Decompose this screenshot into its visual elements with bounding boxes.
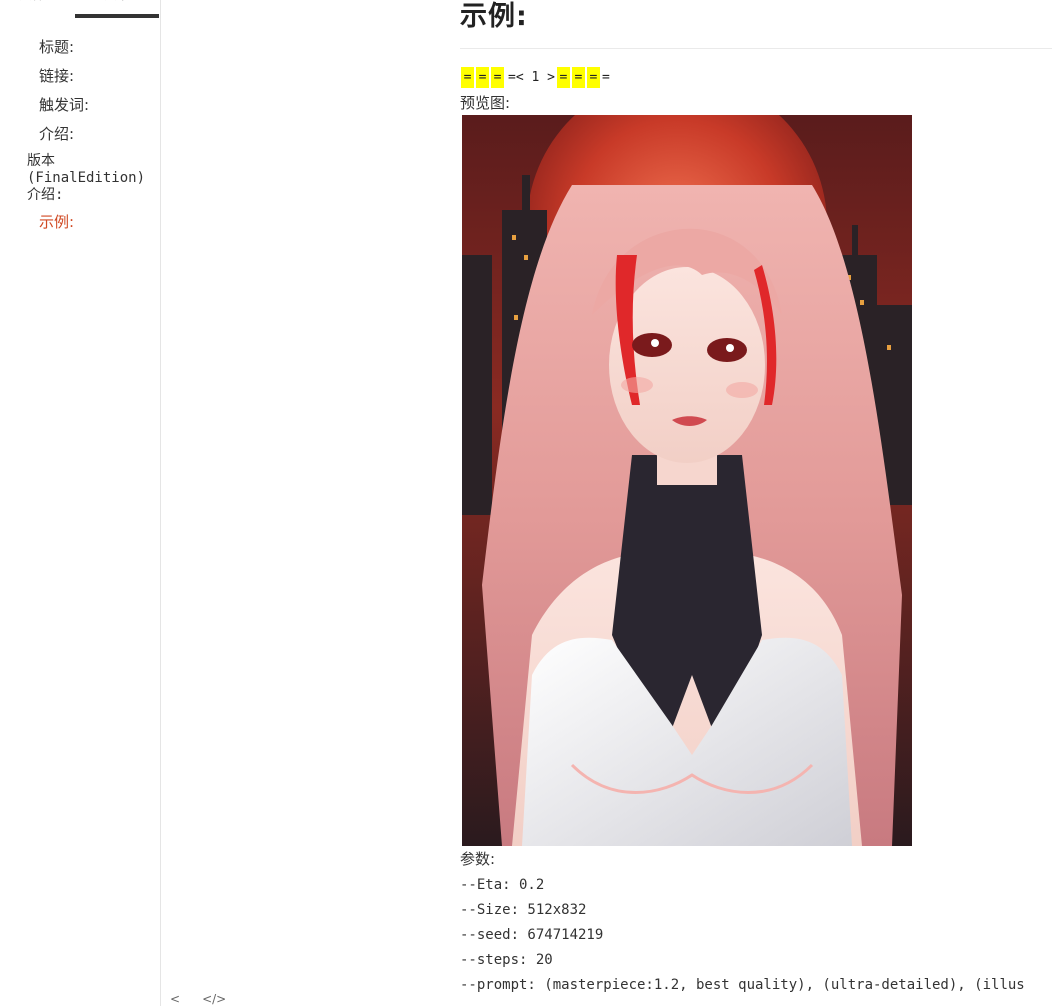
document-content: 示例: = = = =< 1 > = = = = 预览图: 参数: --Eta:… [460, 0, 1052, 1006]
source-code-icon[interactable]: </> [202, 992, 226, 1006]
outline-version-line1: 版本 [27, 153, 55, 169]
outline-item-link[interactable]: 链接: [0, 62, 160, 91]
pager-counter[interactable]: =< 1 > [508, 70, 555, 85]
outline-list: 标题: 链接: 触发词: 介绍: 版本 (FinalEdition) 介绍: 示… [0, 33, 160, 237]
outline-version-line2: (FinalEdition) [27, 170, 146, 186]
param-prompt: --prompt: (masterpiece:1.2, best quality… [460, 977, 1025, 993]
tab-outline[interactable]: 大纲 [75, 0, 159, 18]
collapse-sidebar-icon[interactable]: < [170, 992, 180, 1006]
preview-image[interactable] [462, 115, 912, 846]
image-pager: = = = =< 1 > = = = = [461, 67, 610, 88]
outline-item-intro[interactable]: 介绍: [0, 120, 160, 149]
highlight-mark: = [476, 67, 489, 88]
outline-item-trigger-words[interactable]: 触发词: [0, 91, 160, 120]
params-label: 参数: [460, 850, 496, 868]
param-seed: --seed: 674714219 [460, 927, 604, 943]
outline-item-example[interactable]: 示例: [0, 208, 160, 237]
tab-files[interactable]: 文件 [0, 0, 74, 18]
app-window: 文件 大纲 标题: 链接: 触发词: 介绍: 版本 (FinalEdition)… [0, 0, 1052, 1006]
pager-tail: = [601, 70, 610, 85]
highlight-mark: = [491, 67, 504, 88]
section-heading: 示例: [460, 1, 528, 32]
highlight-mark: = [556, 67, 570, 88]
preview-label: 预览图: [460, 94, 511, 112]
param-size: --Size: 512x832 [460, 902, 587, 918]
sidebar-tabs: 文件 大纲 [0, 0, 160, 18]
highlight-mark: = [586, 67, 600, 88]
sidebar-footer: < </> [170, 992, 226, 1006]
highlight-mark: = [571, 67, 585, 88]
outline-item-version-intro[interactable]: 版本 (FinalEdition) 介绍: [0, 153, 160, 204]
highlight-mark: = [461, 67, 474, 88]
heading-divider [460, 48, 1052, 49]
param-eta: --Eta: 0.2 [460, 877, 545, 893]
param-steps: --steps: 20 [460, 952, 553, 968]
outline-version-line3: 介绍: [27, 187, 64, 203]
sidebar: 文件 大纲 标题: 链接: 触发词: 介绍: 版本 (FinalEdition)… [0, 0, 161, 1006]
outline-item-title[interactable]: 标题: [0, 33, 160, 62]
